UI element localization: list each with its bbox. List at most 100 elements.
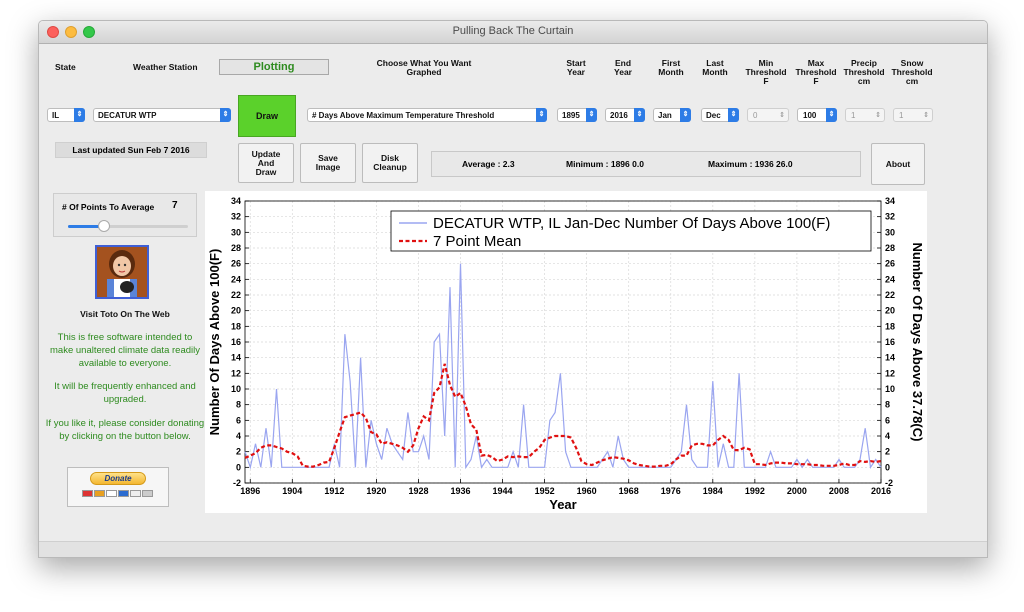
bank-icon <box>142 490 153 497</box>
state-select-value: IL <box>52 111 60 120</box>
snow-threshold-header: Snow Threshold cm <box>889 59 935 86</box>
x-tick-label: 1928 <box>408 486 428 496</box>
stepper-icon: ⇕ <box>779 112 785 119</box>
points-to-average-panel: # Of Points To Average 7 <box>53 193 197 237</box>
y-tick-label-right: 0 <box>885 462 890 472</box>
mastercard-icon <box>82 490 93 497</box>
max-threshold-stepper[interactable]: 100 ⇕ <box>797 108 837 122</box>
legend-label-mean: 7 Point Mean <box>433 233 521 250</box>
x-tick-label: 1976 <box>661 486 681 496</box>
donate-text: If you like it, please consider donating… <box>45 418 205 442</box>
disk-cleanup-button[interactable]: Disk Cleanup <box>362 143 418 183</box>
last-month-value: Dec <box>706 111 721 120</box>
y-tick-label-right: 14 <box>885 353 895 363</box>
y-tick-label-right: 34 <box>885 196 895 206</box>
amex-icon <box>118 490 129 497</box>
last-month-header: Last Month <box>695 59 735 77</box>
y-tick-label-right: 16 <box>885 337 895 347</box>
first-month-select[interactable]: Jan ⇕ <box>653 108 691 122</box>
chevron-updown-icon: ⇕ <box>74 108 85 122</box>
last-month-select[interactable]: Dec ⇕ <box>701 108 739 122</box>
first-month-value: Jan <box>658 111 672 120</box>
x-tick-label: 1968 <box>619 486 639 496</box>
max-threshold-value: 100 <box>803 111 817 120</box>
y-tick-label: 28 <box>231 243 241 253</box>
y-tick-label-right: 6 <box>885 415 890 425</box>
x-tick-label: 1920 <box>366 486 386 496</box>
x-tick-label: 1936 <box>450 486 470 496</box>
y-tick-label: 16 <box>231 337 241 347</box>
visit-toto-link[interactable]: Visit Toto On The Web <box>45 309 205 319</box>
min-threshold-value: 0 <box>753 111 758 120</box>
slider-thumb[interactable] <box>98 220 110 232</box>
donate-button[interactable]: Donate <box>67 467 169 507</box>
points-to-average-label: # Of Points To Average <box>62 202 155 212</box>
chevron-updown-icon: ⇕ <box>680 108 691 122</box>
start-year-header-line2: Year <box>567 67 585 77</box>
last-updated-label: Last updated Sun Feb 7 2016 <box>55 142 207 158</box>
start-year-select[interactable]: 1895 ⇕ <box>557 108 597 122</box>
save-image-button[interactable]: Save Image <box>300 143 356 183</box>
station-select-value: DECATUR WTP <box>98 111 157 120</box>
y-tick-label: 26 <box>231 259 241 269</box>
precip-threshold-stepper[interactable]: 1 ⇕ <box>845 108 885 122</box>
free-software-text: This is free software intended to make u… <box>50 332 200 369</box>
y-tick-label: 10 <box>231 384 241 394</box>
visa-icon <box>106 490 117 497</box>
y-tick-label: 30 <box>231 227 241 237</box>
y-tick-label-right: 4 <box>885 431 890 441</box>
y-tick-label: 6 <box>236 415 241 425</box>
state-select[interactable]: IL ⇕ <box>47 108 85 122</box>
y-tick-label: 20 <box>231 306 241 316</box>
toto-avatar-image[interactable] <box>95 245 149 299</box>
chevron-updown-icon: ⇕ <box>586 108 597 122</box>
y-tick-label-right: 10 <box>885 384 895 394</box>
points-to-average-value: 7 <box>172 200 178 211</box>
stepper-icon: ⇕ <box>923 112 929 119</box>
x-tick-label: 1904 <box>282 486 302 496</box>
points-to-average-slider[interactable] <box>68 220 188 232</box>
draw-button[interactable]: Draw <box>238 95 296 137</box>
y-tick-label: 34 <box>231 196 241 206</box>
last-month-header-line2: Month <box>702 67 728 77</box>
average-stat: Average : 2.3 <box>462 159 515 169</box>
x-axis-label: Year <box>549 497 576 512</box>
y-tick-label: 32 <box>231 212 241 222</box>
y-tick-label-right: 32 <box>885 212 895 222</box>
legend-label-raw: DECATUR WTP, IL Jan-Dec Number Of Days A… <box>433 215 830 232</box>
precip-threshold-value: 1 <box>851 111 856 120</box>
station-header: Weather Station <box>133 62 198 72</box>
stats-panel: Average : 2.3 Minimum : 1896 0.0 Maximum… <box>431 151 861 177</box>
x-tick-label: 1896 <box>240 486 260 496</box>
snow-threshold-stepper[interactable]: 1 ⇕ <box>893 108 933 122</box>
chevron-updown-icon: ⇕ <box>634 108 645 122</box>
y-tick-label-right: 22 <box>885 290 895 300</box>
start-year-value: 1895 <box>562 111 580 120</box>
y-tick-label: 18 <box>231 321 241 331</box>
y-tick-label-right: 12 <box>885 368 895 378</box>
plotting-status: Plotting <box>219 59 329 75</box>
y-tick-label-right: 26 <box>885 259 895 269</box>
x-tick-label: 1960 <box>577 486 597 496</box>
title-bar: Pulling Back The Curtain <box>39 21 987 44</box>
graph-type-select[interactable]: # Days Above Maximum Temperature Thresho… <box>307 108 547 122</box>
y-tick-label: 12 <box>231 368 241 378</box>
min-threshold-stepper[interactable]: 0 ⇕ <box>747 108 789 122</box>
end-year-select[interactable]: 2016 ⇕ <box>605 108 645 122</box>
graph-type-header-line2: Graphed <box>406 67 442 77</box>
x-tick-label: 1984 <box>703 486 723 496</box>
portrait-icon <box>97 247 147 297</box>
snow-threshold-value: 1 <box>899 111 904 120</box>
enhanced-text: It will be frequently enhanced and upgra… <box>54 381 196 405</box>
station-select[interactable]: DECATUR WTP ⇕ <box>93 108 231 122</box>
y-axis-label-right: Number Of Days Above 37.78(C) <box>910 243 925 442</box>
update-and-draw-button[interactable]: Update And Draw <box>238 143 294 183</box>
window-title: Pulling Back The Curtain <box>452 25 574 37</box>
graph-type-header: Choose What You Want Graphed <box>359 59 489 77</box>
stepper-icon: ⇕ <box>826 108 837 122</box>
start-year-header: Start Year <box>559 59 593 77</box>
chevron-updown-icon: ⇕ <box>536 108 547 122</box>
maximum-stat: Maximum : 1936 26.0 <box>708 159 793 169</box>
y-tick-label: 8 <box>236 400 241 410</box>
about-button[interactable]: About <box>871 143 925 185</box>
